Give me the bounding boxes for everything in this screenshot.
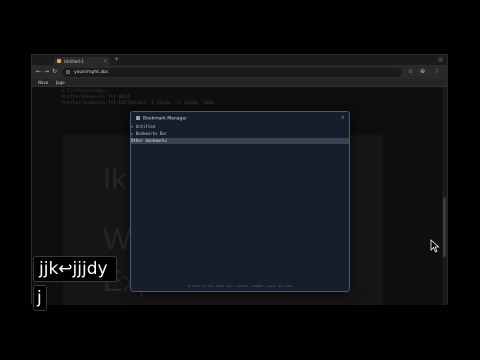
browser-tab[interactable]: Untitled-1 × xyxy=(54,57,110,65)
bookmark-item[interactable]: Nava xyxy=(38,80,48,85)
terminal-line: Prmfhusrdeqeerni.fnt.DobTQQuOtJ. 5 QdoQw… xyxy=(62,101,214,106)
slide-heading: W xyxy=(103,223,132,256)
tab-title: Untitled-1 xyxy=(64,59,84,64)
window-control-icon[interactable] xyxy=(438,57,443,62)
address-bar[interactable]: youtrimpht.abc xyxy=(62,68,402,77)
tree-item-label: ▾ Untitled xyxy=(131,124,156,129)
dialog-title-bar: Bookmark Manager xyxy=(131,112,349,124)
bookmark-item[interactable]: Jago xyxy=(56,80,65,85)
dialog-help-text: j/k move · h/l fold · enter open · / sea… xyxy=(187,284,293,288)
back-button[interactable]: ← xyxy=(36,68,41,76)
bookmark-icon xyxy=(136,116,140,120)
keystroke-text: jjk↩jjjdy xyxy=(39,259,108,279)
scrollbar-thumb[interactable] xyxy=(443,197,446,257)
bookmarks-bar: Nava Jago xyxy=(32,79,447,87)
keystroke-text: j xyxy=(37,288,42,308)
reload-button[interactable]: ↻ xyxy=(52,68,57,76)
address-url: youtrimpht.abc xyxy=(74,70,109,75)
site-info-icon[interactable] xyxy=(66,70,70,74)
terminal-line: Prmfhuradseeerni.fnt.0014 xyxy=(62,95,130,100)
extensions-icon[interactable]: ⊕ xyxy=(420,68,425,76)
tree-item-other-bookmarks[interactable]: Other bookmarks xyxy=(131,138,349,144)
favicon-icon xyxy=(57,59,61,63)
tree-item-bookmarks-bar[interactable]: ▸ Bookmarks Bar xyxy=(131,131,349,137)
keystroke-overlay: jjk↩jjjdy xyxy=(33,256,117,282)
bookmark-star-icon[interactable]: ☆ xyxy=(408,68,413,76)
keystroke-overlay-current: j xyxy=(33,285,47,311)
new-tab-button[interactable]: + xyxy=(114,56,119,64)
tab-close-icon[interactable]: × xyxy=(104,58,107,63)
tab-bar: Untitled-1 × + xyxy=(32,55,447,65)
forward-button[interactable]: → xyxy=(44,68,49,76)
mouse-pointer-icon xyxy=(430,239,440,253)
slide-heading: Ik xyxy=(103,163,127,196)
dialog-title: Bookmark Manager xyxy=(143,116,187,122)
terminal-line: > Trrfhurpsruap... xyxy=(62,89,111,94)
browser-toolbar: ← → ↻ youtrimpht.abc ☆ ⊕ ⋮ xyxy=(32,65,447,79)
tree-item-label: Other bookmarks xyxy=(131,138,168,143)
page-scrollbar[interactable] xyxy=(442,87,447,305)
tree-item-root[interactable]: ▾ Untitled xyxy=(131,124,349,130)
close-icon[interactable]: × xyxy=(341,115,345,121)
tree-item-label: ▸ Bookmarks Bar xyxy=(131,131,168,136)
browser-menu-icon[interactable]: ⋮ xyxy=(434,68,440,76)
bookmark-tree: ▾ Untitled ▸ Bookmarks Bar Other bookmar… xyxy=(131,124,349,144)
bookmark-manager-dialog: Bookmark Manager × ▾ Untitled ▸ Bookmark… xyxy=(130,111,350,292)
